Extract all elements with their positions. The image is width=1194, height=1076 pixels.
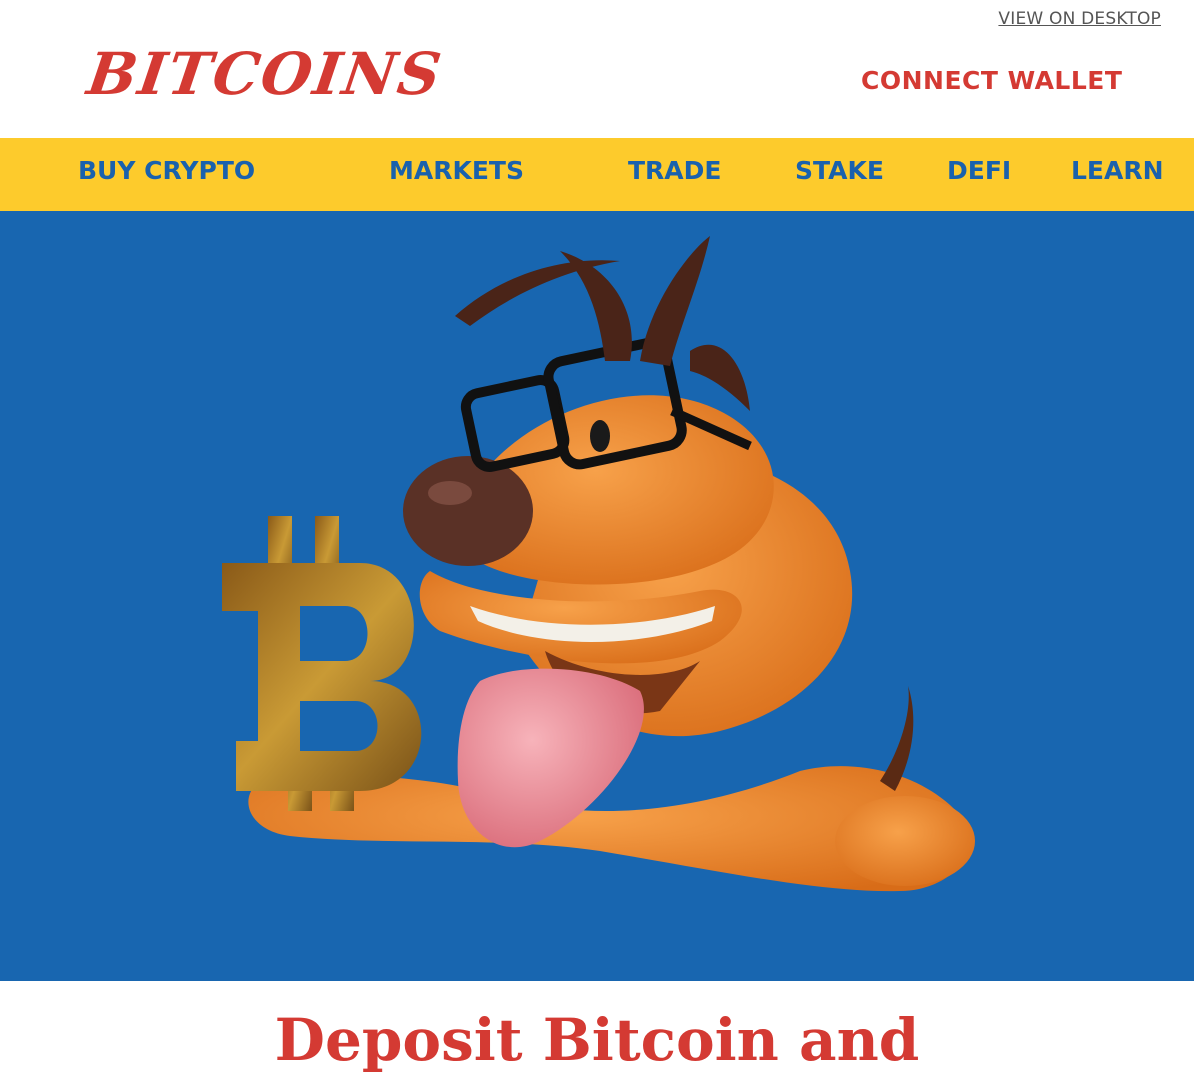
site-logo[interactable]: BITCOINS <box>83 40 447 108</box>
bitcoin-symbol-icon <box>222 516 422 811</box>
nav-item-learn[interactable]: LEARN <box>1071 156 1164 185</box>
hero-dog-illustration <box>222 236 975 892</box>
nav-item-trade[interactable]: TRADE <box>628 156 721 185</box>
nav-item-buy-crypto[interactable]: BUY CRYPTO <box>78 156 255 185</box>
view-on-desktop-link[interactable]: VIEW ON DESKTOP <box>998 9 1161 29</box>
nav-item-defi[interactable]: DEFI <box>947 156 1011 185</box>
main-nav: BUY CRYPTO MARKETS TRADE STAKE DEFI LEAR… <box>0 138 1194 211</box>
nav-item-stake[interactable]: STAKE <box>795 156 884 185</box>
nav-item-markets[interactable]: MARKETS <box>389 156 524 185</box>
hero-banner <box>0 211 1194 981</box>
page-headline: Deposit Bitcoin and <box>274 1006 920 1074</box>
top-header: VIEW ON DESKTOP BITCOINS CONNECT WALLET <box>0 0 1194 138</box>
connect-wallet-button[interactable]: CONNECT WALLET <box>861 66 1122 95</box>
